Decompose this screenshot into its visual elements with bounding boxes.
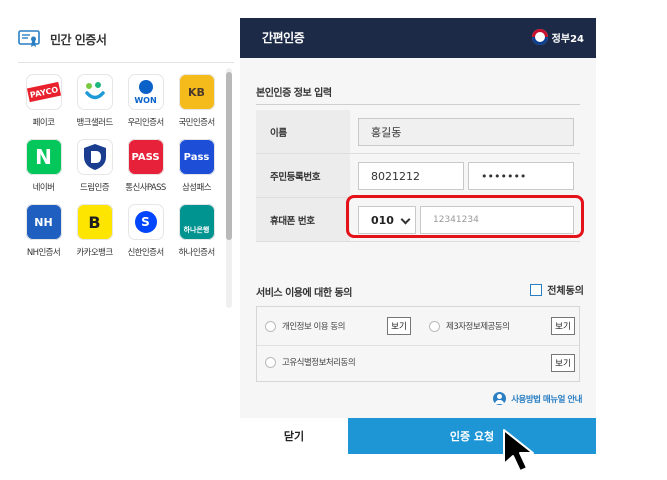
scrollbar-thumb[interactable] — [226, 72, 232, 240]
user-guide-icon — [493, 392, 507, 405]
gov24-logo: 정부24 — [531, 29, 584, 45]
mouse-pointer-icon — [500, 428, 540, 474]
rrn-label: 주민등록번호 — [256, 154, 350, 197]
woori-dot — [138, 79, 153, 94]
app-banksalad[interactable]: 뱅크샐러드 — [69, 74, 120, 128]
app-label: 뱅크샐러드 — [76, 118, 113, 128]
agreement-box: 개인정보 이용 동의 보기 제3자정보제공동의 보기 고유식별정보처리동의 보기 — [256, 306, 580, 382]
app-hana[interactable]: 하나은행 하나인증서 — [171, 204, 222, 258]
app-woori[interactable]: WON 우리인증서 — [120, 74, 171, 128]
naver-icon: N — [25, 139, 62, 175]
app-naver[interactable]: N 네이버 — [18, 139, 69, 193]
checkbox-icon — [530, 283, 543, 296]
shinhan-icon: S — [127, 204, 164, 240]
kakaobank-badge: B — [88, 212, 101, 232]
shinhan-badge: S — [134, 211, 157, 233]
payco-icon: PAYCO — [25, 74, 62, 110]
hana-badge: 하나은행 — [183, 226, 210, 234]
panel-title: 간편인증 — [262, 31, 305, 45]
footer: 닫기 인증 요청 — [240, 418, 596, 454]
manual-link[interactable]: 사용방법 매뉴얼 안내 — [493, 392, 582, 405]
private-cert-panel: 민간 인증서 PAYCO 페이코 뱅크샐러드 WON 우리인증서 KB 국민인증… — [8, 18, 234, 308]
app-kb[interactable]: KB 국민인증서 — [171, 74, 222, 128]
app-label: NH인증서 — [26, 248, 61, 258]
divider — [18, 62, 234, 63]
certificate-icon — [18, 30, 40, 48]
nh-icon: NH — [25, 204, 62, 240]
kakaobank-icon: B — [76, 204, 113, 240]
view-button-privacy[interactable]: 보기 — [387, 317, 411, 335]
scrollbar[interactable] — [226, 68, 232, 308]
woori-badge: WON — [134, 95, 157, 105]
phone-label: 휴대폰 번호 — [256, 198, 350, 241]
gov24-text: 정부24 — [551, 33, 584, 45]
app-kakaobank[interactable]: B 카카오뱅크 — [69, 204, 120, 258]
dream-shield-icon — [76, 139, 113, 175]
app-pass[interactable]: PASS 통신사PASS — [120, 139, 171, 193]
kb-badge: KB — [188, 85, 205, 99]
section-title: 본인인증 정보 입력 — [256, 88, 332, 99]
agree-label: 개인정보 이용 동의 — [282, 322, 345, 332]
private-cert-header: 민간 인증서 — [18, 30, 107, 48]
agree-unique-id[interactable]: 고유식별정보처리동의 — [265, 351, 356, 373]
app-samsung-pass[interactable]: Pass 삼성패스 — [171, 139, 222, 193]
agree-title: 서비스 이용에 대한 동의 — [256, 288, 352, 299]
app-label: 국민인증서 — [178, 118, 215, 128]
app-dream[interactable]: 드림인증 — [69, 139, 120, 193]
phone-highlight-box — [346, 195, 584, 238]
app-label: 페이코 — [32, 118, 55, 128]
rrn-back-field[interactable]: ••••••• — [468, 162, 574, 190]
agree-third-party[interactable]: 제3자정보제공동의 — [429, 315, 510, 337]
screen: 민간 인증서 PAYCO 페이코 뱅크샐러드 WON 우리인증서 KB 국민인증… — [0, 0, 667, 480]
radio-icon — [265, 356, 276, 368]
private-cert-title: 민간 인증서 — [50, 32, 107, 47]
hana-icon: 하나은행 — [178, 204, 215, 240]
samsung-pass-icon: Pass — [178, 139, 215, 175]
cert-app-grid: PAYCO 페이코 뱅크샐러드 WON 우리인증서 KB 국민인증서 N 네이버… — [18, 74, 224, 258]
app-payco[interactable]: PAYCO 페이코 — [18, 74, 69, 128]
radio-icon — [429, 320, 440, 332]
name-field[interactable]: 홍길동 — [358, 118, 574, 146]
app-label: 신한인증서 — [127, 248, 164, 258]
view-button-third-party[interactable]: 보기 — [551, 317, 575, 335]
panel-header: 간편인증 정부24 — [240, 18, 596, 58]
app-label: 카카오뱅크 — [76, 248, 113, 258]
app-nh[interactable]: NH NH인증서 — [18, 204, 69, 258]
app-label: 우리인증서 — [127, 118, 164, 128]
agree-label: 고유식별정보처리동의 — [282, 358, 356, 368]
pass-badge: PASS — [131, 151, 160, 163]
agree-privacy[interactable]: 개인정보 이용 동의 — [265, 315, 345, 337]
app-shinhan[interactable]: S 신한인증서 — [120, 204, 171, 258]
view-button-unique-id[interactable]: 보기 — [551, 354, 575, 372]
naver-badge: N — [35, 145, 52, 169]
taegeuk-icon — [531, 29, 548, 45]
app-label: 하나인증서 — [178, 248, 215, 258]
app-label: 드림인증 — [80, 183, 109, 193]
kb-icon: KB — [178, 74, 215, 110]
divider — [257, 345, 579, 346]
app-label: 통신사PASS — [125, 183, 166, 193]
agree-label: 제3자정보제공동의 — [446, 322, 510, 332]
app-label: 삼성패스 — [182, 183, 211, 193]
radio-icon — [265, 320, 276, 332]
name-label: 이름 — [256, 110, 350, 153]
woori-won-icon: WON — [127, 74, 164, 110]
close-button[interactable]: 닫기 — [240, 418, 348, 454]
rrn-row: 주민등록번호 8021212 ••••••• — [256, 154, 580, 198]
app-label: 네이버 — [32, 183, 55, 193]
rrn-front-field[interactable]: 8021212 — [358, 162, 464, 190]
section-divider — [256, 104, 580, 105]
payco-badge: PAYCO — [26, 81, 61, 103]
nh-badge: NH — [34, 215, 53, 229]
auth-request-button[interactable]: 인증 요청 — [348, 418, 596, 454]
manual-link-text: 사용방법 매뉴얼 안내 — [511, 394, 582, 405]
agree-all-label: 전체동의 — [547, 286, 584, 297]
name-row: 이름 홍길동 — [256, 110, 580, 154]
pass-icon: PASS — [127, 139, 164, 175]
samsung-pass-badge: Pass — [183, 151, 210, 163]
simple-auth-panel: 간편인증 정부24 본인인증 정보 입력 이름 홍길동 주민등록번호 80212… — [240, 18, 596, 454]
agree-all-checkbox[interactable]: 전체동의 — [530, 282, 584, 297]
banksalad-icon — [76, 74, 113, 110]
